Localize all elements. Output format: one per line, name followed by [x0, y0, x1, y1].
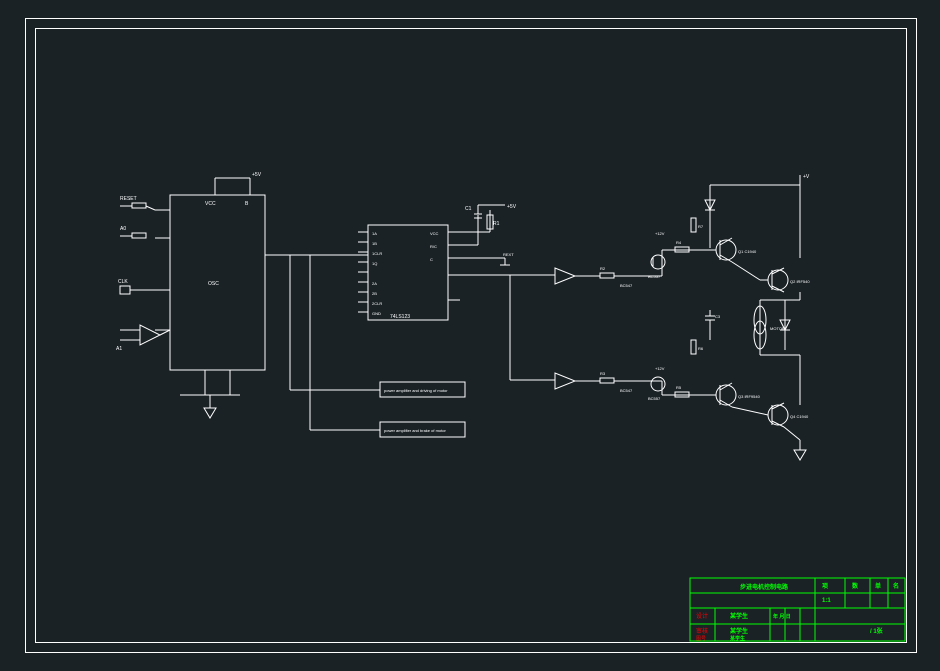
svg-text:R/C: R/C — [430, 244, 437, 249]
ic1-5v: +5V — [252, 172, 262, 178]
r1-label: R1 — [493, 221, 500, 227]
svg-text:1CLR: 1CLR — [372, 251, 382, 256]
opamp-input: A1 — [116, 325, 170, 352]
svg-text:R3: R3 — [600, 371, 606, 376]
ic2-label: 74LS123 — [390, 314, 410, 320]
title-block: 步进电机控制电路 项 数 单 名 1:1 设计 某学生 年 月 日 审核 某学生… — [690, 578, 905, 642]
hdr-4: 名 — [893, 582, 899, 590]
row1-c2: 某学生 — [730, 612, 748, 620]
transistor-q3: Q3 IRF9540 — [716, 383, 761, 407]
input-network: RESET A0 CLK — [118, 196, 155, 294]
schematic-diagram: OSC VCC B +5V RESET A0 CLK A1 power ampl… — [0, 0, 940, 671]
row2-c1: 审核 — [696, 627, 708, 635]
svg-text:R6: R6 — [698, 346, 704, 351]
q2-label: Q2 IRF540 — [790, 279, 810, 284]
svg-text:+12V: +12V — [655, 231, 665, 236]
q1-label: Q1 C1940 — [738, 249, 757, 254]
zener — [780, 300, 790, 350]
svg-text:R7: R7 — [698, 224, 704, 229]
opamp-driver-top: R2 BC547 — [555, 266, 640, 288]
row3-c2: 某学生 — [729, 635, 745, 642]
row3-c1: 图号 — [696, 636, 706, 642]
output-stage: +V Q1 C1940 R4 BC557 Q2 IRF540 MOTOR — [640, 174, 810, 460]
svg-text:BC547: BC547 — [620, 388, 633, 393]
svg-text:C: C — [430, 257, 433, 262]
svg-text:REXT: REXT — [503, 252, 514, 257]
svg-text:BC557: BC557 — [648, 274, 661, 279]
anno1-text: power amplifier and driving of motor — [384, 388, 448, 393]
svg-text:2A: 2A — [372, 281, 377, 286]
svg-text:2B: 2B — [372, 291, 377, 296]
ic-74ls123: 74LS123 1A 1B 1CLR 1Q 2A 2B 2CLR GND VCC… — [358, 225, 460, 320]
hdr-3: 单 — [875, 582, 881, 590]
motor: MOTOR — [754, 300, 785, 355]
svg-text:+12V: +12V — [655, 366, 665, 371]
opamp-driver-bottom: R3 BC547 — [555, 371, 640, 393]
scale: 1:1 — [822, 598, 831, 604]
annotation-box-2: power amplifier and brake of motor — [380, 422, 465, 437]
svg-text:2CLR: 2CLR — [372, 301, 382, 306]
row1-c1: 设计 — [696, 612, 708, 620]
row1-c3: 年 月 日 — [773, 613, 791, 620]
a0-lbl: A0 — [120, 226, 126, 232]
transistor-q2: Q2 IRF540 — [768, 268, 810, 292]
ic-oscillator: OSC VCC B +5V — [155, 172, 290, 418]
row2-c2: 某学生 — [730, 627, 748, 635]
svg-text:1A: 1A — [372, 231, 377, 236]
svg-text:BC557: BC557 — [648, 396, 661, 401]
hdr-2: 数 — [852, 582, 859, 590]
ic2-5v: +5V — [507, 204, 517, 210]
svg-text:C3: C3 — [715, 314, 721, 319]
c1-label: C1 — [465, 206, 472, 212]
svg-text:VCC: VCC — [430, 231, 439, 236]
q4-label: Q4 C1940 — [790, 414, 809, 419]
a1-lbl: A1 — [116, 346, 122, 352]
hdr-1: 项 — [822, 582, 828, 590]
transistor-q1: Q1 C1940 — [716, 238, 757, 262]
ic1-vcc: VCC — [205, 201, 216, 207]
svg-text:R5: R5 — [676, 385, 682, 390]
ic1-label: OSC — [208, 281, 219, 287]
annotation-box-1: power amplifier and driving of motor — [380, 382, 465, 397]
drawing-title: 步进电机控制电路 — [740, 583, 789, 591]
svg-text:1Q: 1Q — [372, 261, 377, 266]
svg-text:1B: 1B — [372, 241, 377, 246]
vcc-label: +V — [803, 174, 810, 180]
svg-text:GND: GND — [372, 311, 381, 316]
reset-lbl: RESET — [120, 196, 137, 202]
transistor-q4: Q4 C1940 — [768, 403, 809, 427]
anno2-text: power amplifier and brake of motor — [384, 428, 446, 433]
clk-lbl: CLK — [118, 279, 128, 285]
svg-text:R2: R2 — [600, 266, 606, 271]
sheet-num: / 1张 — [870, 627, 884, 635]
q3-label: Q3 IRF9540 — [738, 394, 761, 399]
svg-text:BC547: BC547 — [620, 283, 633, 288]
svg-text:R4: R4 — [676, 240, 682, 245]
ic1-b: B — [245, 201, 249, 207]
ic2-rc-network: R1 C1 +5V REXT — [460, 204, 517, 265]
